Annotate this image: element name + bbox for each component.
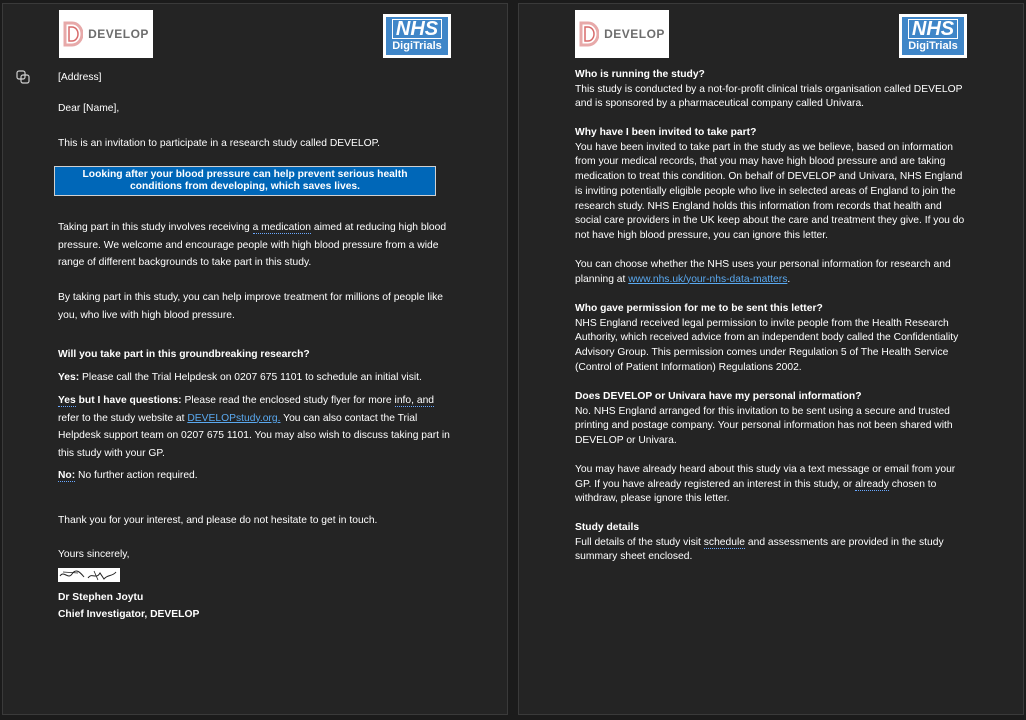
digitrials-logo-text: DigiTrials [392, 40, 442, 52]
p1-text-cont: aimed at reducing high blood [310, 222, 447, 233]
nhs-digitrials-logo: NHS DigiTrials [899, 14, 967, 58]
no-text: No further action required. [75, 470, 198, 481]
section-line: (Control of Patient Information) Regulat… [575, 361, 802, 373]
section-who-running: Who is running the study? This study is … [575, 68, 962, 112]
section-line: DEVELOP or Univara. [575, 435, 677, 447]
p2-line-2: you, who live with high blood pressure. [58, 309, 235, 321]
banner-text: Looking after your blood pressure can he… [82, 169, 408, 192]
section-line: withdraw, please ignore this letter. [575, 493, 730, 505]
section-data-choice: You can choose whether the NHS uses your… [575, 258, 951, 287]
section-heading: Who is running the study? [575, 69, 705, 80]
section-line: You have been invited to take part in th… [575, 141, 953, 153]
info-text: info, and [394, 395, 435, 407]
section-personal-info: Does DEVELOP or Univara have my personal… [575, 390, 953, 449]
section-line: printing and postage company. Your perso… [575, 420, 953, 432]
yes-text: Please call the Trial Helpdesk on 0207 6… [79, 372, 422, 383]
yes-questions-label-cont: but I have questions: [75, 395, 182, 406]
nhs-data-matters-link[interactable]: www.nhs.uk/your-nhs-data-matters [628, 274, 787, 285]
section-line: GP. If you have already registered an in… [575, 478, 856, 490]
signature-image [58, 568, 120, 582]
section-study-details: Study details Full details of the study … [575, 521, 944, 565]
section-line: from your medical records, that you may … [575, 156, 946, 168]
yes-questions-line-2-cont: You can also contact the Trial [280, 412, 418, 424]
yes-questions-line-2: refer to the study website at [58, 412, 188, 424]
already-text: already [855, 478, 889, 491]
no-option: No: No further action required. [58, 467, 198, 485]
yes-option: Yes: Please call the Trial Helpdesk on 0… [58, 369, 422, 387]
p1-line-3: range of different backgrounds to take p… [58, 257, 312, 268]
section-line: Authority, which received advice from an… [575, 332, 959, 344]
yes-questions-label: Yes [58, 395, 76, 407]
section-line: Advisory Group. This permission comes un… [575, 347, 949, 359]
section-line: medication to treat this condition. On b… [575, 171, 963, 183]
medication-text: a medication [252, 222, 311, 234]
yes-label: Yes: [58, 372, 80, 383]
nhs-logo-text: NHS [391, 19, 443, 39]
p1-line-2: pressure. We welcome and encourage peopl… [58, 239, 439, 251]
yes-questions-line-4: this study with your GP. [58, 447, 165, 459]
p2-line-1: By taking part in this study, you can he… [58, 292, 443, 303]
question-heading: Will you take part in this groundbreakin… [58, 349, 310, 360]
section-line: No. NHS England arranged for this invita… [575, 405, 950, 417]
section-heading: Why have I been invited to take part? [575, 127, 757, 138]
develop-mark-icon [63, 21, 84, 47]
section-heading: Who gave permission for me to be sent th… [575, 303, 823, 314]
develop-logo: DEVELOP [59, 10, 153, 58]
section-heading: Study details [575, 522, 640, 533]
develop-logo-text: DEVELOP [88, 27, 149, 41]
yes-questions-line-3: Helpdesk support team on 0207 675 1101. … [58, 430, 450, 441]
yes-questions-text: Please read the enclosed study flyer for… [181, 395, 395, 406]
thanks-line: Thank you for your interest, and please … [58, 515, 378, 526]
section-line: social care providers in the UK keep abo… [575, 215, 965, 227]
nhs-digitrials-logo: NHS DigiTrials [383, 14, 451, 58]
section-line: research study. NHS England holds this i… [575, 200, 942, 212]
paragraph-2: By taking part in this study, you can he… [58, 289, 443, 324]
section-line-end: . [787, 273, 791, 285]
develop-mark-icon [579, 21, 600, 47]
study-website-link[interactable]: DEVELOPstudy.org. [187, 413, 280, 424]
section-line: is inviting potentially eligible people … [575, 185, 956, 197]
section-line: Full details of the study visit [575, 536, 704, 548]
blood-pressure-banner: Looking after your blood pressure can he… [54, 166, 436, 196]
develop-logo-text: DEVELOP [604, 27, 665, 41]
section-line-cont: and assessments are provided in the stud… [745, 536, 944, 548]
digitrials-logo-text: DigiTrials [908, 40, 958, 52]
no-label: No: [58, 470, 76, 482]
intro-paragraph: This is an invitation to participate in … [58, 138, 381, 149]
nhs-logo-text: NHS [907, 19, 959, 39]
yes-questions-option: Yes but I have questions: Please read th… [58, 392, 450, 462]
section-line: NHS England received legal permission to… [575, 317, 949, 329]
section-line: summary sheet enclosed. [575, 551, 693, 563]
section-permission: Who gave permission for me to be sent th… [575, 302, 958, 376]
section-heading: Does DEVELOP or Univara have my personal… [575, 391, 862, 402]
section-line-cont: chosen to [888, 478, 937, 490]
salutation: Dear [Name], [58, 103, 120, 114]
comment-icon[interactable] [16, 70, 30, 84]
section-why-invited: Why have I been invited to take part? Yo… [575, 126, 964, 244]
signer-title: Chief Investigator, DEVELOP [58, 609, 200, 620]
section-line: and is sponsored by a pharmaceutical com… [575, 98, 865, 110]
closing-line: Yours sincerely, [58, 549, 130, 560]
p1-text: Taking part in this study involves recei… [58, 222, 253, 233]
section-line: You may have already heard about this st… [575, 464, 956, 475]
address-line: [Address] [58, 72, 102, 83]
section-line: You can choose whether the NHS uses your… [575, 259, 951, 270]
paragraph-1: Taking part in this study involves recei… [58, 219, 446, 272]
section-already-heard: You may have already heard about this st… [575, 463, 955, 507]
schedule-text: schedule [703, 536, 745, 549]
section-line: This study is conducted by a not-for-pro… [575, 83, 963, 95]
signer-name: Dr Stephen Joytu [58, 592, 144, 603]
section-line: planning at [575, 273, 629, 285]
develop-logo: DEVELOP [575, 10, 669, 58]
section-line: not have high blood pressure, you can ig… [575, 229, 829, 241]
